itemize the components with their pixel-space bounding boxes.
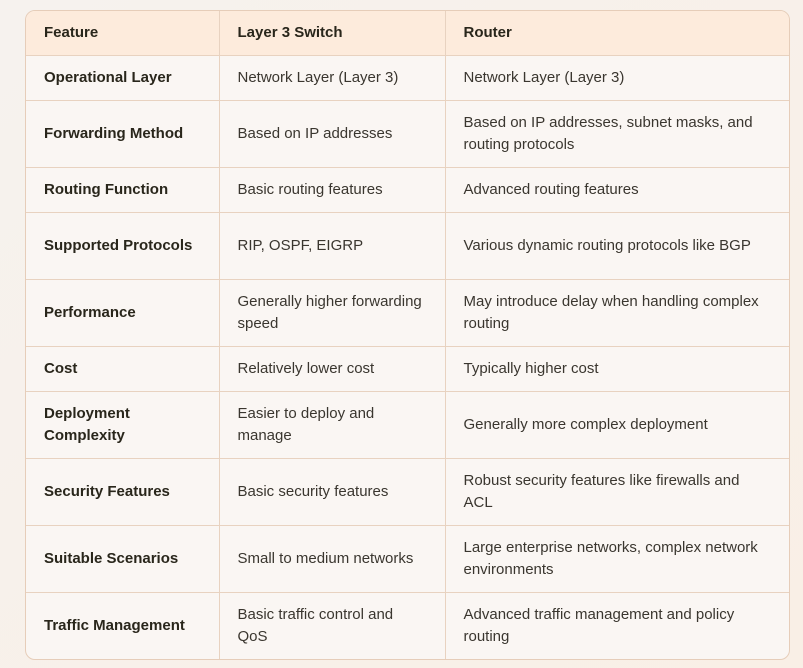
feature-cell: Traffic Management bbox=[26, 592, 220, 659]
feature-cell: Suitable Scenarios bbox=[26, 525, 220, 593]
switch-cell: Easier to deploy and manage bbox=[219, 391, 446, 459]
feature-cell: Forwarding Method bbox=[26, 100, 220, 168]
table-row: Suitable Scenarios Small to medium netwo… bbox=[26, 525, 789, 593]
switch-cell: Generally higher forwarding speed bbox=[219, 279, 446, 347]
switch-cell: Basic routing features bbox=[219, 167, 446, 213]
comparison-table: Feature Layer 3 Switch Router Operationa… bbox=[26, 11, 789, 659]
router-cell: Network Layer (Layer 3) bbox=[445, 55, 789, 101]
table-row: Traffic Management Basic traffic control… bbox=[26, 592, 789, 659]
switch-cell: Basic security features bbox=[219, 458, 446, 526]
header-feature: Feature bbox=[26, 11, 220, 56]
header-row: Feature Layer 3 Switch Router bbox=[26, 11, 789, 56]
feature-cell: Cost bbox=[26, 346, 220, 392]
table-row: Supported Protocols RIP, OSPF, EIGRP Var… bbox=[26, 212, 789, 280]
router-cell: Based on IP addresses, subnet masks, and… bbox=[445, 100, 789, 168]
switch-cell: Based on IP addresses bbox=[219, 100, 446, 168]
switch-cell: RIP, OSPF, EIGRP bbox=[219, 212, 446, 280]
router-cell: Typically higher cost bbox=[445, 346, 789, 392]
table-row: Forwarding Method Based on IP addresses … bbox=[26, 100, 789, 168]
header-router: Router bbox=[445, 11, 789, 56]
feature-cell: Deployment Complexity bbox=[26, 391, 220, 459]
feature-cell: Supported Protocols bbox=[26, 212, 220, 280]
table-row: Performance Generally higher forwarding … bbox=[26, 279, 789, 347]
router-cell: Various dynamic routing protocols like B… bbox=[445, 212, 789, 280]
switch-cell: Relatively lower cost bbox=[219, 346, 446, 392]
switch-cell: Small to medium networks bbox=[219, 525, 446, 593]
router-cell: Generally more complex deployment bbox=[445, 391, 789, 459]
comparison-table-container: Feature Layer 3 Switch Router Operationa… bbox=[25, 10, 790, 660]
feature-cell: Security Features bbox=[26, 458, 220, 526]
header-layer3-switch: Layer 3 Switch bbox=[219, 11, 446, 56]
table-row: Deployment Complexity Easier to deploy a… bbox=[26, 391, 789, 459]
router-cell: Advanced traffic management and policy r… bbox=[463, 606, 735, 645]
table-row: Operational Layer Network Layer (Layer 3… bbox=[26, 55, 789, 101]
feature-cell: Routing Function bbox=[26, 167, 220, 213]
table-header: Feature Layer 3 Switch Router bbox=[26, 11, 789, 56]
switch-cell: Network Layer (Layer 3) bbox=[219, 55, 446, 101]
router-cell: Robust security features like firewalls … bbox=[445, 458, 789, 526]
switch-cell: Basic traffic control and QoS bbox=[219, 592, 446, 659]
router-cell: Advanced routing features bbox=[445, 167, 789, 213]
router-cell: May introduce delay when handling comple… bbox=[445, 279, 789, 347]
table-row: Security Features Basic security feature… bbox=[26, 458, 789, 526]
table-body: Operational Layer Network Layer (Layer 3… bbox=[26, 55, 789, 659]
feature-cell: Performance bbox=[26, 279, 220, 347]
table-row: Routing Function Basic routing features … bbox=[26, 167, 789, 213]
feature-cell: Operational Layer bbox=[26, 55, 220, 101]
table-row: Cost Relatively lower cost Typically hig… bbox=[26, 346, 789, 392]
router-cell: Large enterprise networks, complex netwo… bbox=[445, 525, 789, 593]
